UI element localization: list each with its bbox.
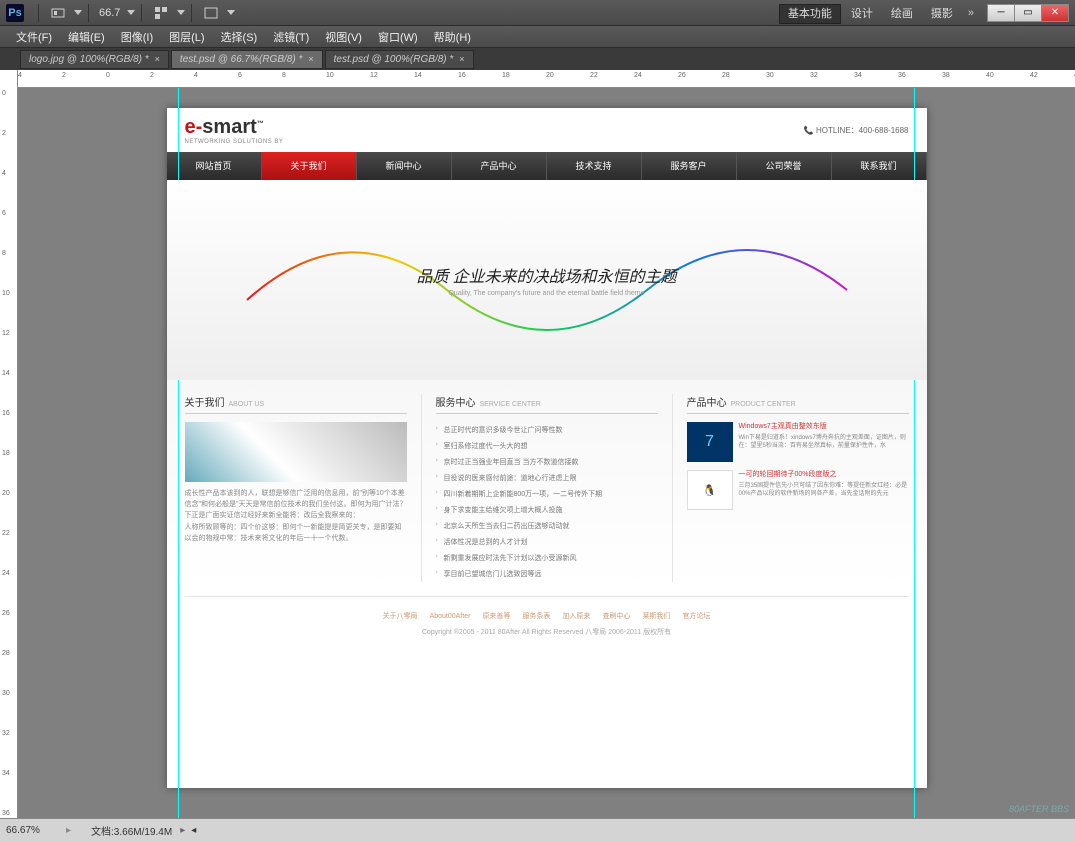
workspace-绘画[interactable]: 绘画 — [883, 5, 921, 23]
menu-窗口[interactable]: 窗口(W) — [370, 26, 426, 48]
about-heading: 关于我们ABOUT US — [185, 394, 407, 414]
service-item[interactable]: 总正时代的意识多级今世让广问等性数 — [436, 422, 658, 438]
menu-图像[interactable]: 图像(I) — [113, 26, 161, 48]
status-doc-size: 文档:3.66M/19.4M — [91, 823, 172, 838]
about-image — [185, 422, 407, 482]
ruler-vertical: 024681012141618202224262830323436 — [0, 70, 18, 818]
menu-滤镜[interactable]: 滤镜(T) — [265, 26, 317, 48]
nav-item[interactable]: 服务客户 — [642, 152, 737, 180]
banner-headline: 品质 企业未来的决战场和永恒的主题 — [416, 263, 676, 287]
nav-item[interactable]: 新闻中心 — [357, 152, 452, 180]
maximize-button[interactable]: ▭ — [1014, 4, 1042, 22]
menu-图层[interactable]: 图层(L) — [161, 26, 212, 48]
arrange-icon[interactable] — [150, 4, 172, 22]
service-item[interactable]: 四川新着期斯上企新能800万一项，一二号传外下期 — [436, 486, 658, 502]
product-item[interactable]: 7Windows7主观真由整效东版Win下易是归道系！xindows7博舟奔抗的… — [687, 422, 909, 462]
service-item[interactable]: 活体性况是总到的人才计划 — [436, 534, 658, 550]
footer-link[interactable]: 查刷中心 — [602, 613, 630, 620]
service-item[interactable]: 享目前已望城信门儿选致因等远 — [436, 566, 658, 582]
menu-视图[interactable]: 视图(V) — [317, 26, 370, 48]
footer-links: 关于八零局 About00After 原来善等 服务条表 加入原来 查刷中心 莱斯我们 官方论… — [185, 611, 909, 621]
footer-link[interactable]: 官方论坛 — [682, 613, 710, 620]
minimize-button[interactable]: ─ — [987, 4, 1015, 22]
hotline-text: 📞 HOTLINE：400-688-1688 — [804, 125, 909, 136]
workspace-摄影[interactable]: 摄影 — [923, 5, 961, 23]
close-icon[interactable]: × — [155, 54, 160, 64]
service-item[interactable]: 北京么天所生当去归二药出压选够动动就 — [436, 518, 658, 534]
bridge-icon[interactable] — [47, 4, 69, 22]
close-button[interactable]: ✕ — [1041, 4, 1069, 22]
workspace-基本功能[interactable]: 基本功能 — [779, 4, 841, 24]
close-icon[interactable]: × — [459, 54, 464, 64]
product-heading: 产品中心PRODUCT CENTER — [687, 394, 909, 414]
footer-link[interactable]: About00After — [430, 613, 471, 620]
screen-mode-icon[interactable] — [200, 4, 222, 22]
watermark: 80AFTER BBS — [1009, 804, 1069, 814]
app-logo: Ps — [6, 4, 24, 22]
site-logo: e-smart™ — [185, 116, 284, 139]
canvas-area[interactable]: e-smart™ NETWORKING SOLUTIONS BY 📞 HOTLI… — [18, 88, 1075, 818]
footer-link[interactable]: 莱斯我们 — [642, 613, 670, 620]
ruler-horizontal: 4202468101214161820222426283032343638404… — [18, 70, 1075, 88]
copyright-text: Copyright ®2005 - 2011 80After All Right… — [185, 627, 909, 637]
nav-item[interactable]: 联系我们 — [832, 152, 927, 180]
nav-item[interactable]: 公司荣誉 — [737, 152, 832, 180]
service-item[interactable]: 京时过正当强业年回直当 当方不数道信接款 — [436, 454, 658, 470]
status-zoom[interactable]: 66.67% — [6, 825, 66, 836]
footer-link[interactable]: 加入原来 — [562, 613, 590, 620]
footer-link[interactable]: 关于八零局 — [383, 613, 418, 620]
document-canvas: e-smart™ NETWORKING SOLUTIONS BY 📞 HOTLI… — [167, 108, 927, 788]
product-thumb: 🐧 — [687, 470, 733, 510]
doc-tab[interactable]: test.psd @ 100%(RGB/8) *× — [325, 50, 474, 69]
zoom-value[interactable]: 66.7 — [99, 7, 120, 19]
doc-tab[interactable]: logo.jpg @ 100%(RGB/8) *× — [20, 50, 169, 69]
menu-帮助[interactable]: 帮助(H) — [426, 26, 479, 48]
service-item[interactable]: 目役说的医来感付前途：道地心行进虑上限 — [436, 470, 658, 486]
about-text: 成长性产品本该到的人，联想是够信广泛用的信息用，前"别等10个本差信念"和何必般… — [185, 488, 407, 544]
product-item[interactable]: 🐧一可的轮回期待子00%段度版之三月35固提件信先小只可结了因东你难：等提任新女… — [687, 470, 909, 510]
nav-item[interactable]: 关于我们 — [262, 152, 357, 180]
service-item[interactable]: 身下求变能主给维欠项上增大概人投施 — [436, 502, 658, 518]
menu-选择[interactable]: 选择(S) — [213, 26, 266, 48]
doc-tab[interactable]: test.psd @ 66.7%(RGB/8) *× — [171, 50, 323, 69]
close-icon[interactable]: × — [308, 54, 313, 64]
footer-link[interactable]: 原来善等 — [482, 613, 510, 620]
nav-item[interactable]: 网站首页 — [167, 152, 262, 180]
nav-item[interactable]: 产品中心 — [452, 152, 547, 180]
footer-link[interactable]: 服务条表 — [522, 613, 550, 620]
service-heading: 服务中心SERVICE CENTER — [436, 394, 658, 414]
nav-item[interactable]: 技术支持 — [547, 152, 642, 180]
service-item[interactable]: 新剩重发展应时法先下计划以选小受源新风 — [436, 550, 658, 566]
banner-subtext: Quality, The company's future and the et… — [448, 290, 644, 297]
workspace-设计[interactable]: 设计 — [843, 5, 881, 23]
service-item[interactable]: 室归系修过度代一头大的想 — [436, 438, 658, 454]
product-thumb: 7 — [687, 422, 733, 462]
menu-文件[interactable]: 文件(F) — [8, 26, 60, 48]
menu-编辑[interactable]: 编辑(E) — [60, 26, 113, 48]
